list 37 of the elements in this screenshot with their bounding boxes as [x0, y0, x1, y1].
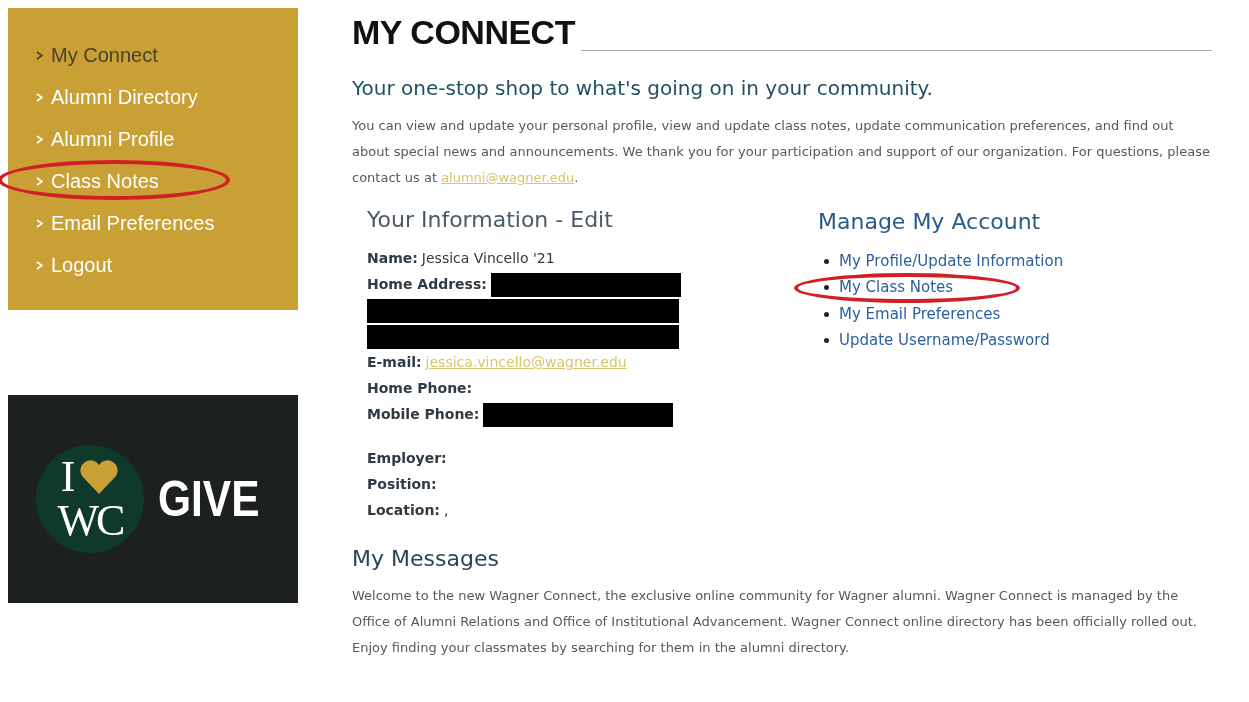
heart-icon: [79, 459, 120, 495]
section-heading: Your Information - Edit: [367, 205, 614, 234]
account-link[interactable]: My Class Notes: [839, 276, 954, 299]
field-label: Position:: [367, 475, 437, 495]
field-label: E-mail:: [367, 353, 422, 373]
section-heading: My Messages: [352, 544, 500, 573]
subtitle: Your one-stop shop to what's going on in your community.: [352, 74, 934, 102]
field-value: Jessica Vincello '21: [421, 249, 555, 269]
sidebar-item[interactable]: Class Notes: [36, 160, 298, 202]
sidebar-item[interactable]: Alumni Profile: [36, 118, 298, 160]
section-heading: Manage My Account: [818, 207, 1042, 236]
field-label: Home Phone:: [367, 379, 473, 399]
bullet-icon: [824, 285, 829, 291]
email-link[interactable]: alumni@wagner.edu: [441, 169, 575, 185]
intro-paragraph: You can view and update your personal profile, view and update class notes, update communication preferences, and find out about special news and announcements. We thank you for your participation and support of our organization. For questions, please contact us at alumni@wagner.edu.: [352, 116, 1211, 187]
bullet-icon: [824, 338, 829, 344]
bullet-icon: [824, 258, 829, 264]
field-label: Mobile Phone:: [367, 405, 480, 425]
logo-text: I: [60, 455, 76, 499]
sidebar-item[interactable]: My Connect: [36, 34, 298, 76]
logo-text: WC: [57, 499, 123, 543]
field-label: Location:: [367, 501, 440, 521]
field-label: Home Address:: [367, 275, 487, 295]
message-paragraph: Welcome to the new Wagner Connect, the exclusive online community for Wagner alumni. Wagner Connect is managed by the Office of Alumni Relations and Office of Institutional Advancement. Wagner Connect online directory has been officially rolled out. Enjoy finding your classmates by searching for them in the alumni directory.: [352, 586, 1198, 657]
account-link[interactable]: My Profile/Update Information: [839, 249, 1064, 273]
account-link[interactable]: My Email Preferences: [839, 302, 1001, 326]
field-label: Employer:: [367, 449, 447, 469]
bullet-icon: [824, 311, 829, 317]
email-link[interactable]: jessica.vincello@wagner.edu: [425, 352, 627, 374]
account-link[interactable]: Update Username/Password: [839, 329, 1050, 352]
sidebar-item[interactable]: Logout: [36, 244, 298, 286]
field-value: ,: [443, 501, 449, 521]
sidebar-item[interactable]: Email Preferences: [36, 202, 298, 244]
give-label: GIVE: [158, 469, 260, 529]
page-title: MY CONNECT: [352, 12, 575, 53]
sidebar-item[interactable]: Alumni Directory: [36, 76, 298, 118]
field-label: Name:: [367, 249, 418, 269]
